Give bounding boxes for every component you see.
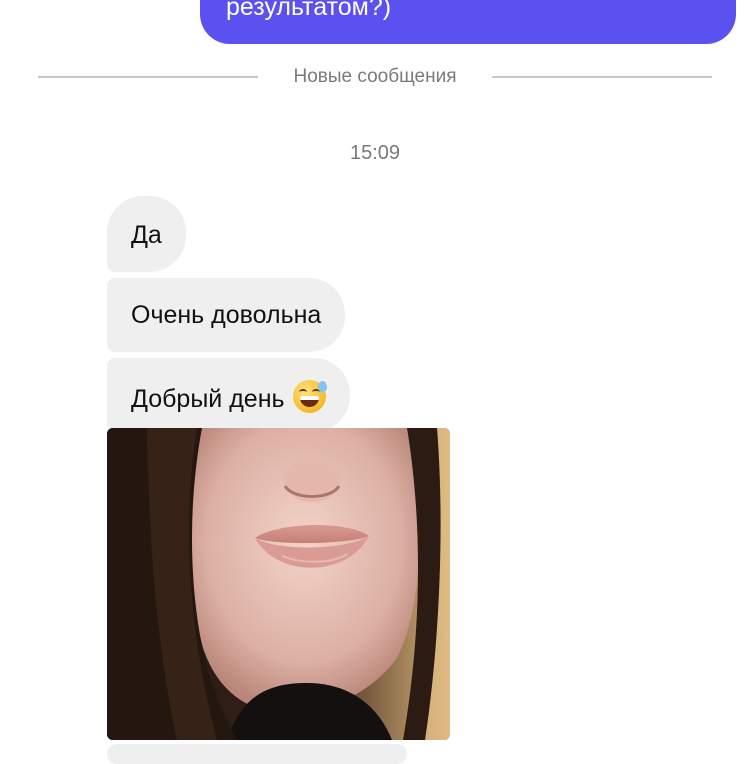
incoming-message-bubble[interactable]: Добрый день — [107, 358, 350, 432]
incoming-message-text: Очень довольна — [131, 301, 322, 329]
incoming-message-bubble[interactable]: Очень довольна — [107, 278, 346, 352]
outgoing-message-bubble[interactable]: результатом?) — [200, 0, 736, 44]
photo-attachment[interactable] — [107, 428, 450, 740]
incoming-message-bubble[interactable]: Да — [107, 196, 186, 272]
face-photo-image — [107, 428, 450, 740]
divider-line-right — [492, 76, 712, 78]
outgoing-message-text: результатом?) — [226, 0, 392, 21]
incoming-message-bubble-partial[interactable] — [107, 744, 407, 764]
incoming-message-text: Да — [131, 221, 162, 249]
new-messages-divider: Новые сообщения — [38, 62, 712, 92]
incoming-message-text: Добрый день — [131, 385, 285, 413]
grinning-sweat-emoji-icon — [292, 380, 327, 413]
message-timestamp: 15:09 — [349, 142, 401, 164]
